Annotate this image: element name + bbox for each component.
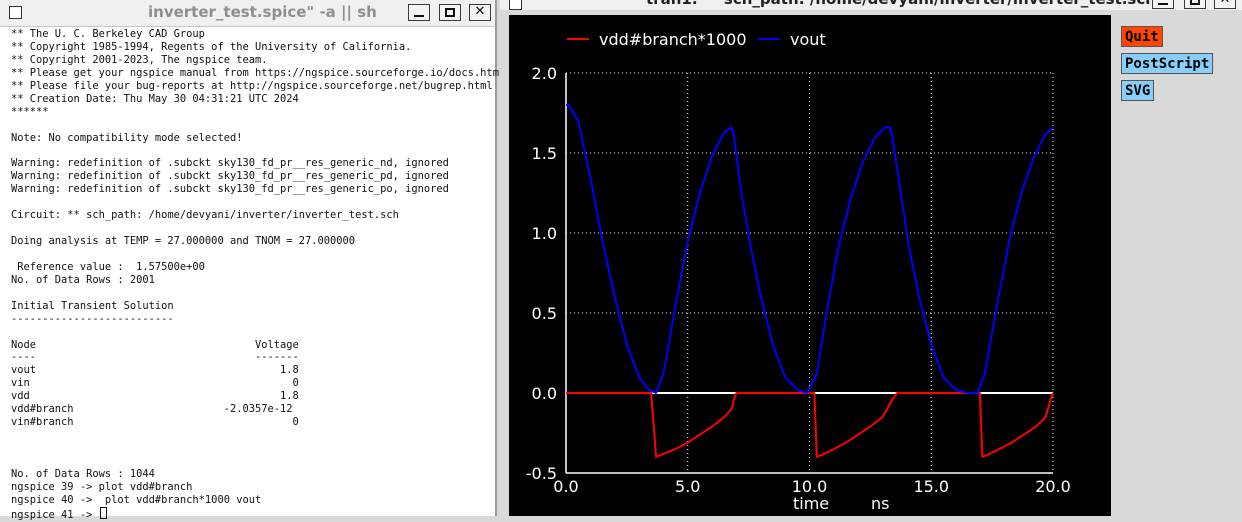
- terminal-line: ** Copyright 2001-2023, The ngspice team…: [11, 53, 268, 66]
- plot-titlebar[interactable]: tran1: ** sch_path: /home/devyani/invert…: [500, 0, 1242, 10]
- terminal-line: Circuit: ** sch_path: /home/devyani/inve…: [11, 209, 399, 222]
- terminal-line: ** Please file your bug-reports at http:…: [11, 79, 493, 92]
- y-tick-label: 1.5: [532, 144, 557, 163]
- x-tick-label: 5.0: [675, 477, 700, 496]
- terminal-line: ** Copyright 1985-1994, Regents of the U…: [11, 40, 412, 53]
- terminal-title: inverter_test.spice" -a || sh: [148, 3, 377, 21]
- terminal-line: vdd#branch -2.0357e-12: [11, 403, 293, 416]
- terminal-output[interactable]: ** The U. C. Berkeley CAD Group ** Copyri…: [11, 28, 506, 521]
- y-tick-label: 2.0: [532, 64, 557, 83]
- terminal-line: No. of Data Rows : 2001: [11, 273, 155, 286]
- postscript-button[interactable]: PostScript: [1121, 53, 1214, 74]
- terminal-line: Reference value : 1.57500e+00: [11, 260, 205, 273]
- window-menu-icon[interactable]: [9, 6, 22, 19]
- terminal-line: vin#branch 0: [11, 416, 299, 429]
- text-cursor: [99, 506, 107, 519]
- terminal-line: Warning: redefinition of .subckt sky130_…: [11, 170, 449, 183]
- x-tick-label: 15.0: [913, 477, 949, 496]
- terminal-line: ** The U. C. Berkeley CAD Group: [11, 28, 205, 40]
- y-tick-label: 0.0: [532, 384, 557, 403]
- x-axis-unit: ns: [871, 494, 889, 513]
- plot-canvas[interactable]: vdd#branch*1000 vout 0.0 5.0 10.0 15.0 20.0 -0…: [509, 15, 1111, 516]
- terminal-line: Note: No compatibility mode selected!: [11, 131, 243, 144]
- plot-title: tran1: ** sch_path: /home/devyani/invert…: [646, 0, 1156, 8]
- terminal-line: ---- -------: [11, 351, 299, 364]
- maximize-button[interactable]: [439, 4, 461, 21]
- legend-label: vout: [790, 30, 826, 49]
- maximize-button[interactable]: [1184, 0, 1206, 9]
- x-tick-label: 0.0: [553, 477, 578, 496]
- terminal-line: Doing analysis at TEMP = 27.000000 and T…: [11, 235, 356, 247]
- terminal-line: ngspice 41 ->: [11, 506, 505, 521]
- x-axis-label: time: [793, 494, 829, 513]
- window-menu-icon[interactable]: [509, 0, 522, 10]
- minimize-button[interactable]: [408, 4, 430, 21]
- button-panel: Quit PostScript SVG: [1117, 20, 1242, 516]
- terminal-window: inverter_test.spice" -a || sh ✕ ** The U…: [0, 0, 505, 521]
- legend: vdd#branch*1000 vout: [567, 30, 826, 49]
- quit-button[interactable]: Quit: [1121, 26, 1163, 47]
- terminal-line: ngspice 39 -> plot vdd#branch: [11, 480, 193, 493]
- terminal-titlebar[interactable]: inverter_test.spice" -a || sh ✕: [0, 0, 495, 27]
- terminal-line: Warning: redefinition of .subckt sky130_…: [11, 183, 449, 196]
- terminal-line: Warning: redefinition of .subckt sky130_…: [11, 157, 449, 170]
- terminal-line: ** Please get your ngspice manual from h…: [11, 66, 506, 79]
- terminal-line: Node Voltage: [11, 338, 299, 351]
- x-tick-label: 20.0: [1035, 477, 1071, 496]
- y-tick-label: 1.0: [532, 224, 557, 243]
- terminal-line: ******: [11, 105, 49, 118]
- plot-window: tran1: ** sch_path: /home/devyani/invert…: [500, 0, 1242, 516]
- terminal-line: --------------------------: [11, 312, 174, 325]
- terminal-line: ** Creation Date: Thu May 30 04:31:21 UT…: [11, 92, 299, 105]
- y-tick-label: 0.5: [532, 304, 557, 323]
- terminal-line: Initial Transient Solution: [11, 299, 174, 312]
- terminal-line: vout 1.8: [11, 364, 299, 377]
- waveform-chart: vdd#branch*1000 vout 0.0 5.0 10.0 15.0 20.0-0…: [526, 30, 1071, 513]
- terminal-line: vin 0: [11, 377, 299, 390]
- terminal-line: No. of Data Rows : 1044: [11, 467, 155, 480]
- minimize-button[interactable]: [1152, 0, 1174, 9]
- terminal-line: vdd 1.8: [11, 390, 299, 403]
- close-button[interactable]: ✕: [469, 4, 491, 21]
- axis-labels: 0.0 5.0 10.0 15.0 20.0-0.50.00.51.01.52.0tim…: [526, 64, 1071, 513]
- y-tick-label: -0.5: [526, 464, 557, 483]
- legend-label: vdd#branch*1000: [599, 30, 747, 49]
- close-button[interactable]: ✕: [1214, 0, 1236, 9]
- terminal-line: ngspice 40 -> plot vdd#branch*1000 vout: [11, 493, 262, 506]
- svg-button[interactable]: SVG: [1121, 80, 1155, 101]
